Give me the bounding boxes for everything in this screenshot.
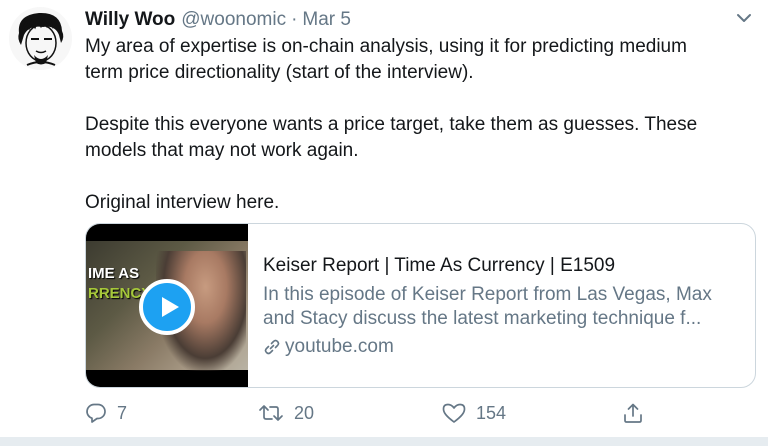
thumbnail-caption-line-1: IME AS: [88, 265, 140, 282]
card-description: In this episode of Keiser Report from La…: [263, 283, 743, 331]
tweet-line: Despite this everyone wants a price targ…: [85, 114, 698, 135]
tweet-line: models that may not work again.: [85, 140, 359, 161]
separator-dot: ·: [291, 9, 298, 30]
reply-count: 7: [117, 402, 128, 423]
tweet-text: My area of expertise is on-chain analysi…: [85, 34, 755, 216]
tweet-line: My area of expertise is on-chain analysi…: [85, 36, 687, 57]
card-description-line: In this episode of Keiser Report from La…: [263, 284, 712, 305]
tweet-header: Willy Woo @woonomic · Mar 5: [85, 8, 351, 32]
tweet-paragraph-2: Despite this everyone wants a price targ…: [85, 112, 755, 164]
retweet-count: 20: [294, 402, 315, 423]
card-domain-text: youtube.com: [285, 336, 394, 357]
retweet-button[interactable]: 20: [258, 402, 314, 424]
like-count: 154: [476, 402, 507, 423]
chevron-down-icon[interactable]: [736, 12, 752, 24]
heart-icon: [442, 403, 466, 423]
link-card[interactable]: IME AS RRENCY Keiser Report | Time As Cu…: [85, 223, 756, 388]
card-details: Keiser Report | Time As Currency | E1509…: [263, 254, 743, 359]
card-description-line: and Stacy discuss the latest marketing t…: [263, 308, 702, 329]
card-domain[interactable]: youtube.com: [263, 335, 743, 359]
reply-icon: [86, 403, 106, 423]
avatar[interactable]: [9, 7, 72, 70]
tweet-line: term price directionality (start of the …: [85, 62, 474, 83]
link-icon: [264, 339, 280, 355]
play-icon: [162, 297, 179, 317]
author-handle[interactable]: @woonomic: [181, 9, 286, 31]
card-title[interactable]: Keiser Report | Time As Currency | E1509: [263, 254, 743, 278]
timeline-divider: [0, 437, 768, 446]
like-button[interactable]: 154: [442, 402, 506, 424]
author-name[interactable]: Willy Woo: [85, 9, 175, 31]
retweet-icon: [259, 405, 283, 421]
tweet-actions: 7 20 154: [85, 402, 665, 428]
share-icon: [624, 403, 642, 423]
tweet-paragraph-1: My area of expertise is on-chain analysi…: [85, 34, 755, 86]
tweet[interactable]: Willy Woo @woonomic · Mar 5 My area of e…: [0, 0, 768, 437]
tweet-paragraph-3: Original interview here.: [85, 192, 280, 213]
avatar-drawing: [9, 7, 72, 70]
reply-button[interactable]: 7: [85, 402, 127, 424]
play-button[interactable]: [139, 279, 195, 335]
tweet-date[interactable]: Mar 5: [302, 9, 351, 31]
share-button[interactable]: [622, 402, 654, 424]
video-thumbnail[interactable]: IME AS RRENCY: [86, 224, 248, 387]
